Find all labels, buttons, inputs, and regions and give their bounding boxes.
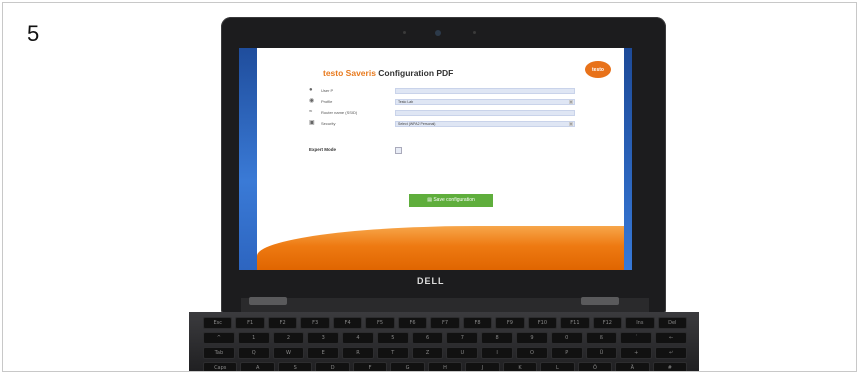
keyboard-key[interactable]: F5 [365, 317, 395, 329]
security-value: Select (WPA2 Personal) [398, 122, 436, 126]
keyboard-key[interactable]: Z [411, 347, 444, 359]
keyboard-key[interactable]: 3 [307, 332, 340, 344]
keyboard-key[interactable]: G [390, 362, 425, 371]
expert-mode-label: Expert Mode [309, 147, 337, 152]
keyboard-key[interactable]: Ü [585, 347, 618, 359]
sensor-dot [403, 31, 406, 34]
keyboard-key[interactable]: O [516, 347, 548, 359]
keyboard-key[interactable]: Ä [615, 362, 650, 371]
keyboard-key[interactable]: Esc [203, 317, 233, 329]
keyboard-key[interactable]: U [446, 347, 479, 359]
keyboard-key[interactable]: 1 [237, 332, 270, 344]
keyboard-key[interactable]: Caps [203, 362, 238, 371]
webcam [435, 30, 441, 36]
keyboard-key[interactable]: L [540, 362, 575, 371]
laptop-screen: testo Saveris Configuration PDF testo ● … [239, 48, 632, 270]
desktop-wallpaper-left [239, 48, 257, 270]
keyboard-key[interactable]: ^ [203, 332, 235, 344]
keyboard-key[interactable]: I [481, 347, 514, 359]
keyboard-key[interactable]: Del [657, 317, 688, 329]
keyboard-key[interactable]: 2 [272, 332, 305, 344]
keyboard: Esc F1 F2 F3 F4 F5 F6 F7 F8 F9 F10 F11 F12 Ins Del ^ 1 2… [203, 317, 688, 371]
save-button-label: Save configuration [433, 197, 475, 203]
keyboard-key[interactable]: A [240, 362, 275, 371]
keyboard-row: Esc F1 F2 F3 F4 F5 F6 F7 F8 F9 F10 F11 F12 Ins Del [203, 317, 688, 329]
expert-mode-checkbox[interactable] [395, 147, 402, 154]
keyboard-key[interactable]: F8 [462, 317, 493, 329]
keyboard-key[interactable]: ← [655, 332, 687, 344]
sensor-dot [473, 31, 476, 34]
chevron-down-icon[interactable]: ▾ [569, 122, 573, 126]
chevron-down-icon[interactable]: ▾ [569, 100, 573, 104]
page-title: testo Saveris Configuration PDF [323, 68, 453, 78]
security-select[interactable]: Select (WPA2 Personal) ▾ [395, 121, 575, 127]
profile-label: Profile [321, 99, 333, 104]
keyboard-key[interactable]: 7 [446, 332, 479, 344]
ssid-field[interactable] [395, 110, 575, 116]
location-pin-icon: ◉ [309, 98, 315, 104]
keyboard-key[interactable]: 6 [411, 332, 444, 344]
title-rest: Configuration PDF [378, 68, 454, 78]
keyboard-key[interactable]: T [376, 347, 409, 359]
keyboard-key[interactable]: ´ [620, 332, 653, 344]
keyboard-key[interactable]: # [652, 362, 688, 371]
keyboard-key[interactable]: ß [585, 332, 618, 344]
keyboard-key[interactable]: H [427, 362, 463, 371]
keyboard-row: ^ 1 2 3 4 5 6 7 8 9 0 ß ´ ← [203, 332, 687, 344]
lock-icon: ▣ [309, 120, 315, 126]
keyboard-key[interactable]: F11 [560, 317, 590, 329]
keyboard-key[interactable]: 4 [342, 332, 374, 344]
user-label: User P [321, 88, 334, 93]
keyboard-key[interactable]: ↵ [655, 347, 687, 359]
keyboard-row: Tab Q W E R T Z U I O P Ü + ↵ [203, 347, 687, 359]
keyboard-key[interactable]: Ö [577, 362, 613, 371]
keyboard-key[interactable]: E [307, 347, 340, 359]
keyboard-key[interactable]: F3 [300, 317, 330, 329]
step-number: 5 [27, 21, 40, 46]
title-brand: testo Saveris [323, 68, 376, 78]
keyboard-key[interactable]: 0 [550, 332, 583, 344]
user-icon: ● [309, 87, 313, 93]
ssid-label: Router name (SSID) [321, 110, 358, 115]
keyboard-key[interactable]: 5 [376, 332, 409, 344]
save-icon: ▤ [427, 197, 432, 203]
keyboard-key[interactable]: 8 [481, 332, 514, 344]
keyboard-key[interactable]: F4 [332, 317, 363, 329]
keyboard-key[interactable]: F7 [430, 317, 460, 329]
keyboard-key[interactable]: D [315, 362, 350, 371]
keyboard-key[interactable]: S [277, 362, 313, 371]
security-label: Security [321, 121, 336, 126]
keyboard-key[interactable]: F10 [527, 317, 558, 329]
testo-logo: testo [585, 61, 611, 78]
desktop-wallpaper-right [624, 48, 632, 270]
hinge-right [581, 297, 619, 305]
keyboard-key[interactable]: F2 [267, 317, 298, 329]
user-field[interactable] [395, 88, 575, 94]
keyboard-key[interactable]: R [342, 347, 374, 359]
figure-frame: 5 testo Saveris Configuration PDF testo … [2, 2, 857, 372]
keyboard-key[interactable]: F1 [235, 317, 265, 329]
keyboard-key[interactable]: F12 [592, 317, 623, 329]
wifi-icon: ≈ [309, 109, 313, 115]
keyboard-key[interactable]: F [352, 362, 388, 371]
profile-select[interactable]: Testo Lab ▾ [395, 99, 575, 105]
keyboard-key[interactable]: K [502, 362, 538, 371]
keyboard-key[interactable]: 9 [516, 332, 548, 344]
keyboard-key[interactable]: Q [237, 347, 270, 359]
keyboard-key[interactable]: Ins [625, 317, 655, 329]
keyboard-key[interactable]: Tab [203, 347, 235, 359]
hinge-left [249, 297, 287, 305]
dell-logo: DELL [417, 276, 445, 286]
keyboard-key[interactable]: P [550, 347, 583, 359]
keyboard-key[interactable]: F6 [397, 317, 428, 329]
keyboard-key[interactable]: + [620, 347, 653, 359]
keyboard-key[interactable]: F9 [495, 317, 525, 329]
save-configuration-button[interactable]: ▤ Save configuration [409, 194, 493, 207]
keyboard-row: Caps A S D F G H J K L Ö Ä # [203, 362, 688, 371]
keyboard-key[interactable]: W [272, 347, 305, 359]
keyboard-key[interactable]: J [465, 362, 500, 371]
profile-value: Testo Lab [398, 100, 414, 104]
